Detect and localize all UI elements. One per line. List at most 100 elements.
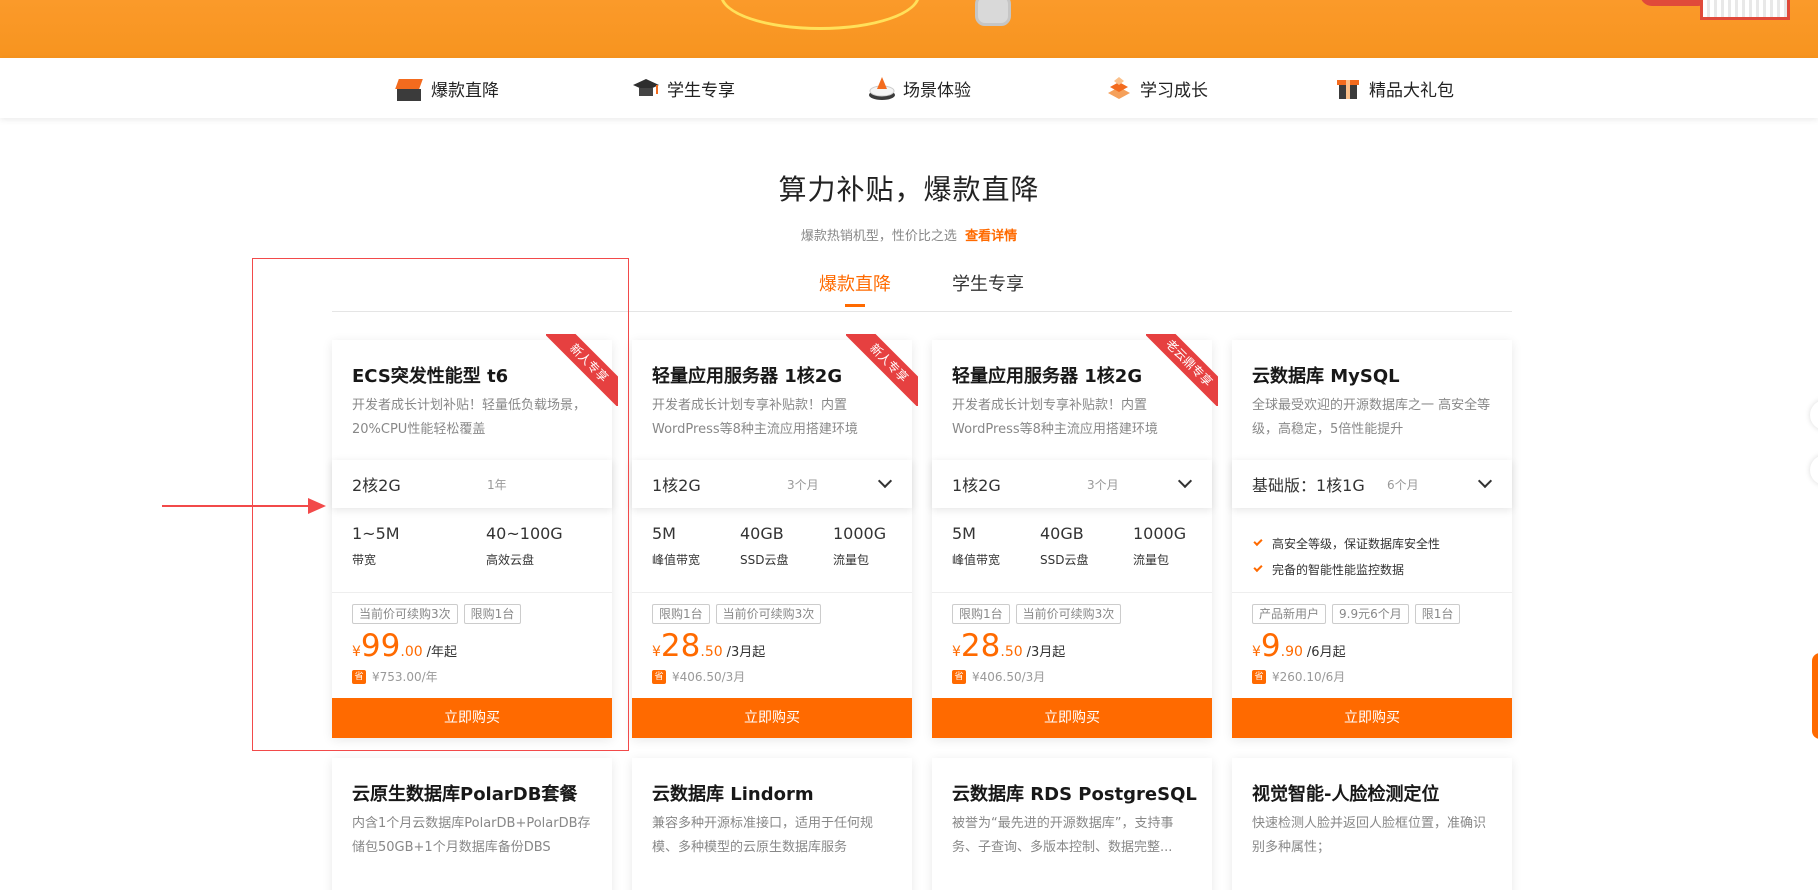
- stat-value: 40GB: [1040, 524, 1084, 543]
- original-price-text: ¥260.10/6月: [1272, 670, 1346, 684]
- nav-item-learning[interactable]: 学习成长: [1104, 58, 1208, 118]
- product-card-lindorm[interactable]: 云数据库 Lindorm 兼容多种开源标准接口，适用于任何规模、多种模型的云原生…: [632, 758, 912, 890]
- save-badge-icon: 省: [1252, 669, 1266, 684]
- banner-decoration-server: [1700, 0, 1790, 20]
- stat-label: 流量包: [1133, 553, 1170, 567]
- gift-box-icon: [1333, 71, 1363, 105]
- price-decimal: .50: [1000, 644, 1023, 660]
- tag: 限购1台: [652, 604, 710, 624]
- stat-value: 5M: [652, 524, 676, 543]
- card-description: 快速检测人脸并返回人脸框位置，准确识别多种属性；: [1252, 816, 1487, 855]
- product-card-rds-postgresql[interactable]: 云数据库 RDS PostgreSQL 被誉为“最先进的开源数据库”，支持事务、…: [932, 758, 1212, 890]
- stat-value: 5M: [952, 524, 976, 543]
- card-title: 视觉智能-人脸检测定位: [1252, 784, 1440, 805]
- stat-value: 40GB: [740, 524, 784, 543]
- spec-period: 6个月: [1387, 477, 1419, 492]
- price-currency: ¥: [952, 644, 961, 660]
- tab-student[interactable]: 学生专享: [952, 270, 1024, 296]
- nav-item-student[interactable]: 学生专享: [631, 58, 735, 118]
- stat-label: 峰值带宽: [952, 553, 1001, 567]
- original-price-text: ¥406.50/3月: [672, 670, 746, 684]
- spec-value: 基础版：1核1G: [1252, 476, 1365, 495]
- card-divider: [632, 592, 912, 593]
- spec-selector[interactable]: 1核2G 3个月: [632, 460, 912, 508]
- buy-now-button[interactable]: 立即购买: [632, 698, 912, 738]
- feature-text: 完备的智能性能监控数据: [1272, 562, 1405, 577]
- feature-list: 高安全等级，保证数据库安全性 完备的智能性能监控数据: [1252, 530, 1440, 582]
- spec-value: 1核2G: [952, 476, 1001, 495]
- product-card-face-detection[interactable]: 视觉智能-人脸检测定位 快速检测人脸并返回人脸框位置，准确识别多种属性；: [1232, 758, 1512, 890]
- tag: 限购1台: [952, 604, 1010, 624]
- spec-selector[interactable]: 1核2G 3个月: [932, 460, 1212, 508]
- stat-bandwidth: 5M 峰值带宽: [952, 524, 1000, 568]
- product-card-light-server-old: 老云鼎专享 轻量应用服务器 1核2G 开发者成长计划专享补贴款！内置WordPr…: [932, 334, 1218, 738]
- banner-decoration-device: [975, 0, 1011, 26]
- hot-box-icon: [395, 71, 425, 105]
- price-integer: 9: [1260, 628, 1281, 664]
- card-description: 兼容多种开源标准接口，适用于任何规模、多种模型的云原生数据库服务: [652, 816, 874, 855]
- spec-selector[interactable]: 基础版：1核1G 6个月: [1232, 460, 1512, 508]
- stat-disk: 40GB SSD云盘: [740, 524, 788, 568]
- price-currency: ¥: [1252, 644, 1261, 660]
- check-icon: [1253, 536, 1263, 547]
- tag: 9.9元6个月: [1332, 604, 1409, 624]
- tab-hot-deals[interactable]: 爆款直降: [819, 270, 891, 307]
- product-card-light-server-new: 新人专享 轻量应用服务器 1核2G 开发者成长计划专享补贴款！内置WordPre…: [632, 334, 918, 738]
- card-title: 轻量应用服务器 1核2G: [652, 366, 843, 387]
- nav-item-scenes[interactable]: 场景体验: [867, 58, 971, 118]
- spec-value: 1核2G: [652, 476, 701, 495]
- card-description: 开发者成长计划专享补贴款！内置WordPress等8种主流应用搭建环境: [652, 398, 858, 437]
- card-description: 内含1个月云数据库PolarDB+PolarDB存储包50GB+1个月数据库备份…: [352, 816, 591, 855]
- stat-value: 1000G: [833, 524, 887, 543]
- price-unit: /3月起: [726, 645, 766, 660]
- banner-decoration-wire: [720, 0, 920, 30]
- growth-stack-icon: [1104, 71, 1134, 105]
- card-tags: 限购1台 当前价可续购3次: [652, 604, 827, 624]
- chevron-down-icon: [1177, 473, 1193, 489]
- original-price: 省 ¥406.50/3月: [952, 668, 1045, 685]
- nav-item-gift-pack[interactable]: 精品大礼包: [1333, 58, 1454, 118]
- card-description: 开发者成长计划专享补贴款！内置WordPress等8种主流应用搭建环境: [952, 398, 1158, 437]
- view-details-link[interactable]: 查看详情: [965, 229, 1017, 244]
- price-decimal: .50: [700, 644, 723, 660]
- price-integer: 28: [960, 628, 1001, 664]
- top-banner: [0, 0, 1818, 58]
- float-widget-button[interactable]: [1810, 455, 1818, 485]
- section-subtitle-text: 爆款热销机型，性价比之选: [800, 229, 957, 244]
- feature-item: 完备的智能性能监控数据: [1252, 556, 1440, 582]
- float-side-tab[interactable]: [1812, 653, 1818, 739]
- tag: 当前价可续购3次: [715, 604, 822, 624]
- scene-podium-icon: [867, 71, 897, 105]
- price-unit: /6月起: [1306, 645, 1346, 660]
- stat-label: SSD云盘: [740, 553, 789, 567]
- stat-label: 峰值带宽: [652, 553, 701, 567]
- price-unit: /3月起: [1026, 645, 1066, 660]
- tag: 产品新用户: [1252, 604, 1327, 624]
- original-price: 省 ¥406.50/3月: [652, 668, 745, 685]
- card-title: 云原生数据库PolarDB套餐: [352, 784, 578, 805]
- buy-now-button[interactable]: 立即购买: [932, 698, 1212, 738]
- price-decimal: .90: [1280, 644, 1303, 660]
- stat-disk: 40GB SSD云盘: [1040, 524, 1088, 568]
- card-price: ¥9.90/6月起: [1252, 628, 1346, 664]
- nav-item-hot-deals[interactable]: 爆款直降: [395, 58, 499, 118]
- feature-text: 高安全等级，保证数据库安全性: [1272, 536, 1441, 551]
- float-widget-button[interactable]: [1810, 400, 1818, 430]
- buy-now-button[interactable]: 立即购买: [1232, 698, 1512, 738]
- nav-item-label: 场景体验: [903, 80, 971, 101]
- card-tags: 限购1台 当前价可续购3次: [952, 604, 1127, 624]
- stat-value: 1000G: [1133, 524, 1187, 543]
- card-description: 被誉为“最先进的开源数据库”，支持事务、子查询、多版本控制、数据完整...: [952, 816, 1174, 855]
- nav-item-label: 爆款直降: [431, 80, 499, 101]
- stat-bandwidth: 5M 峰值带宽: [652, 524, 700, 568]
- tag: 限1台: [1414, 604, 1461, 624]
- annotation-arrow-head: [308, 498, 326, 514]
- card-tags: 产品新用户 9.9元6个月 限1台: [1252, 604, 1466, 624]
- feature-item: 高安全等级，保证数据库安全性: [1252, 530, 1440, 556]
- category-nav: 爆款直降 学生专享 场景体验 学习成长 精品大礼包: [0, 58, 1818, 118]
- product-card-polardb[interactable]: 云原生数据库PolarDB套餐 内含1个月云数据库PolarDB+PolarDB…: [332, 758, 612, 890]
- card-title: 云数据库 Lindorm: [652, 784, 814, 805]
- tag: 当前价可续购3次: [1015, 604, 1122, 624]
- card-divider: [1232, 592, 1512, 593]
- section-subtitle: 爆款热销机型，性价比之选 查看详情: [0, 225, 1818, 244]
